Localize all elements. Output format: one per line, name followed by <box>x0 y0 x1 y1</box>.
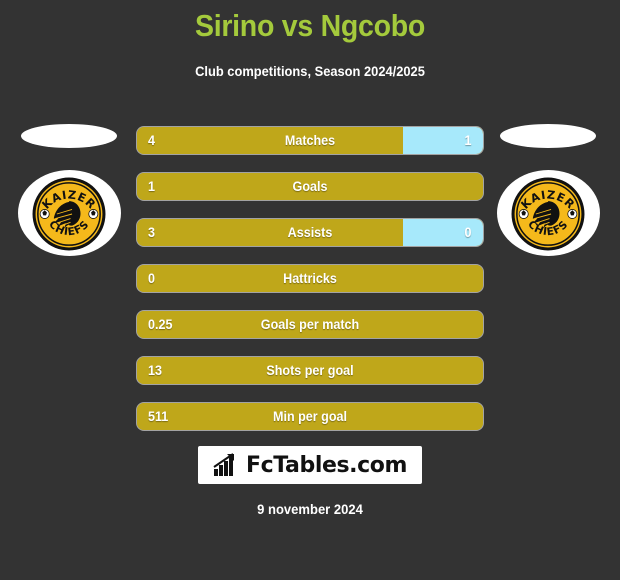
footer-date: 9 november 2024 <box>257 501 363 517</box>
stat-row: 511 Min per goal <box>137 403 483 430</box>
crest-right: KAIZER CHIEFS <box>497 116 601 256</box>
stat-value-right: 1 <box>465 133 472 148</box>
stat-row: 13 Shots per goal <box>137 357 483 384</box>
stat-row: 3 Assists 0 <box>137 219 483 246</box>
stat-label: Hattricks <box>283 271 337 286</box>
comparison-infographic: Sirino vs Ngcobo Club competitions, Seas… <box>0 0 620 580</box>
stat-label: Min per goal <box>273 409 347 424</box>
bar-chart-arrow-icon <box>213 453 234 476</box>
stat-value-right: 0 <box>465 225 472 240</box>
page-subtitle: Club competitions, Season 2024/2025 <box>195 63 425 79</box>
stat-label: Goals per match <box>260 317 360 332</box>
stat-label: Matches <box>284 133 336 148</box>
page-title: Sirino vs Ngcobo <box>194 8 426 43</box>
crest-left-highlight <box>21 124 117 148</box>
stat-row: 0 Hattricks <box>137 265 483 292</box>
stat-row: 4 Matches 1 <box>137 127 483 154</box>
stat-label: Assists <box>287 225 333 240</box>
kaizer-chiefs-logo-icon: KAIZER CHIEFS <box>32 177 106 251</box>
stat-label: Goals <box>292 179 328 194</box>
stat-row: 0.25 Goals per match <box>137 311 483 338</box>
crest-left: KAIZER CHIEFS <box>18 116 122 256</box>
stat-label: Shots per goal <box>266 363 354 378</box>
stat-row: 1 Goals <box>137 173 483 200</box>
fctables-brand-badge[interactable]: FcTables.com <box>198 446 422 484</box>
crest-right-highlight <box>500 124 596 148</box>
fctables-brand-text: FcTables.com <box>245 452 408 478</box>
kaizer-chiefs-logo-icon: KAIZER CHIEFS <box>511 177 585 251</box>
stat-rows: 4 Matches 1 1 Goals 3 Assists 0 0 Hattricks 0.25 Go… <box>137 127 483 449</box>
